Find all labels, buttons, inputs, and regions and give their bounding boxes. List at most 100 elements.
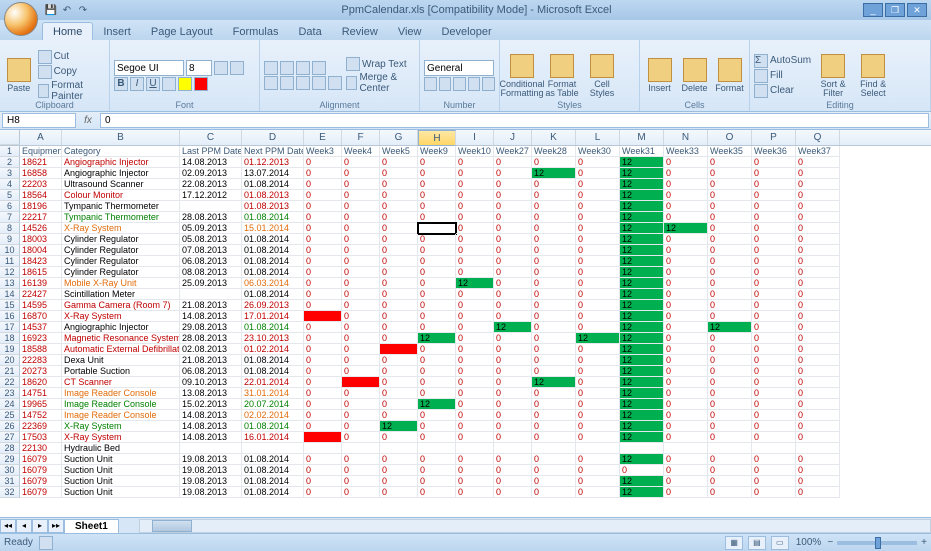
cell[interactable]: 0 xyxy=(576,168,620,179)
cell[interactable]: 0 xyxy=(380,234,418,245)
italic-button[interactable]: I xyxy=(130,77,144,91)
cell[interactable]: 0 xyxy=(380,190,418,201)
cell[interactable]: 0 xyxy=(576,476,620,487)
cell[interactable]: 0 xyxy=(752,333,796,344)
cell[interactable]: 0 xyxy=(380,487,418,498)
cell[interactable]: 0 xyxy=(708,256,752,267)
cell[interactable]: 0 xyxy=(494,311,532,322)
cell[interactable]: 02.09.2013 xyxy=(180,168,242,179)
cell[interactable]: 01.08.2014 xyxy=(242,179,304,190)
cell[interactable]: 0 xyxy=(752,465,796,476)
cell[interactable]: 0 xyxy=(796,168,840,179)
cell[interactable]: 12 xyxy=(418,333,456,344)
cell[interactable]: 0 xyxy=(418,245,456,256)
row-header[interactable]: 26 xyxy=(0,421,20,432)
cell[interactable]: 0 xyxy=(532,190,576,201)
cell[interactable]: 0 xyxy=(456,388,494,399)
tab-nav-next[interactable]: ▸ xyxy=(32,519,48,533)
cell[interactable]: 0 xyxy=(494,421,532,432)
cell[interactable]: 0 xyxy=(380,179,418,190)
cell[interactable]: 0 xyxy=(456,234,494,245)
cell[interactable]: 12 xyxy=(620,179,664,190)
tab-nav-last[interactable]: ▸▸ xyxy=(48,519,64,533)
cell[interactable]: 06.03.2014 xyxy=(242,278,304,289)
cell[interactable]: 0 xyxy=(752,212,796,223)
cell[interactable]: 02.08.2013 xyxy=(180,344,242,355)
cell[interactable]: Dexa Unit xyxy=(62,355,180,366)
cell[interactable]: 12 xyxy=(620,377,664,388)
cell[interactable]: 0 xyxy=(576,454,620,465)
cell[interactable]: 0 xyxy=(418,289,456,300)
cell[interactable]: 01.08.2014 xyxy=(242,355,304,366)
align-middle-icon[interactable] xyxy=(280,61,294,75)
cell[interactable]: X-Ray System xyxy=(62,432,180,443)
cell[interactable]: 0 xyxy=(380,454,418,465)
cell[interactable]: 31.01.2014 xyxy=(242,388,304,399)
cell[interactable]: 12 xyxy=(620,355,664,366)
cell[interactable]: 0 xyxy=(664,366,708,377)
header-cell[interactable]: Week33 xyxy=(664,146,708,157)
cell[interactable]: 0 xyxy=(664,344,708,355)
fill-button[interactable]: Fill xyxy=(754,69,811,83)
cell[interactable]: 12 xyxy=(620,344,664,355)
dec-dec-icon[interactable] xyxy=(482,77,495,91)
cell[interactable]: 0 xyxy=(304,245,342,256)
cell[interactable]: 17.12.2012 xyxy=(180,190,242,201)
cell[interactable]: 0 xyxy=(708,487,752,498)
row-header[interactable]: 18 xyxy=(0,333,20,344)
cell[interactable]: 0 xyxy=(576,421,620,432)
cell[interactable]: 0 xyxy=(342,289,380,300)
tab-data[interactable]: Data xyxy=(288,23,331,40)
cell[interactable]: 22369 xyxy=(20,421,62,432)
fill-color-icon[interactable] xyxy=(178,77,192,91)
cell[interactable]: 19.08.2013 xyxy=(180,465,242,476)
cell[interactable]: 0 xyxy=(418,454,456,465)
cell[interactable]: 0 xyxy=(796,333,840,344)
cell[interactable]: 0 xyxy=(576,190,620,201)
indent-inc-icon[interactable] xyxy=(328,76,342,90)
cell[interactable]: 0 xyxy=(380,355,418,366)
view-break-icon[interactable]: ▭ xyxy=(771,536,789,550)
col-header-I[interactable]: I xyxy=(456,130,494,145)
cell[interactable]: 0 xyxy=(796,366,840,377)
cell[interactable]: 0 xyxy=(418,212,456,223)
align-right-icon[interactable] xyxy=(296,76,310,90)
cell[interactable]: Cylinder Regulator xyxy=(62,245,180,256)
paste-button[interactable]: Paste xyxy=(4,42,34,109)
cell[interactable]: 0 xyxy=(494,476,532,487)
insert-cells-button[interactable]: Insert xyxy=(644,42,675,109)
cell[interactable]: 0 xyxy=(494,366,532,377)
cell[interactable]: 0 xyxy=(532,179,576,190)
cell[interactable]: 0 xyxy=(456,421,494,432)
cell[interactable]: 0 xyxy=(576,300,620,311)
cell[interactable]: 12 xyxy=(620,157,664,168)
cell[interactable] xyxy=(620,443,664,454)
tab-view[interactable]: View xyxy=(388,23,432,40)
cell[interactable]: 12 xyxy=(494,322,532,333)
cell[interactable]: 0 xyxy=(342,234,380,245)
cell[interactable]: 0 xyxy=(664,388,708,399)
cell[interactable]: 0 xyxy=(494,256,532,267)
cell[interactable]: 0 xyxy=(796,377,840,388)
sort-filter-button[interactable]: Sort & Filter xyxy=(815,42,851,109)
font-name-select[interactable] xyxy=(114,60,184,76)
cell[interactable]: 0 xyxy=(796,388,840,399)
cell[interactable]: 26.09.2013 xyxy=(242,300,304,311)
cell[interactable]: 0 xyxy=(494,289,532,300)
cell[interactable]: 0 xyxy=(532,432,576,443)
cell[interactable]: 0 xyxy=(304,465,342,476)
cell[interactable]: 0 xyxy=(752,476,796,487)
cell[interactable]: 0 xyxy=(380,245,418,256)
cell[interactable]: 0 xyxy=(664,454,708,465)
cell[interactable]: 19965 xyxy=(20,399,62,410)
cell[interactable]: 0 xyxy=(796,410,840,421)
cell[interactable]: 0 xyxy=(418,256,456,267)
qat-undo-icon[interactable]: ↶ xyxy=(60,3,74,17)
cell[interactable]: 29.08.2013 xyxy=(180,322,242,333)
row-header[interactable]: 16 xyxy=(0,311,20,322)
cell[interactable]: 08.08.2013 xyxy=(180,267,242,278)
col-header-E[interactable]: E xyxy=(304,130,342,145)
cell[interactable]: 14752 xyxy=(20,410,62,421)
cell[interactable]: 0 xyxy=(708,333,752,344)
cell[interactable]: Angiographic Injector xyxy=(62,322,180,333)
